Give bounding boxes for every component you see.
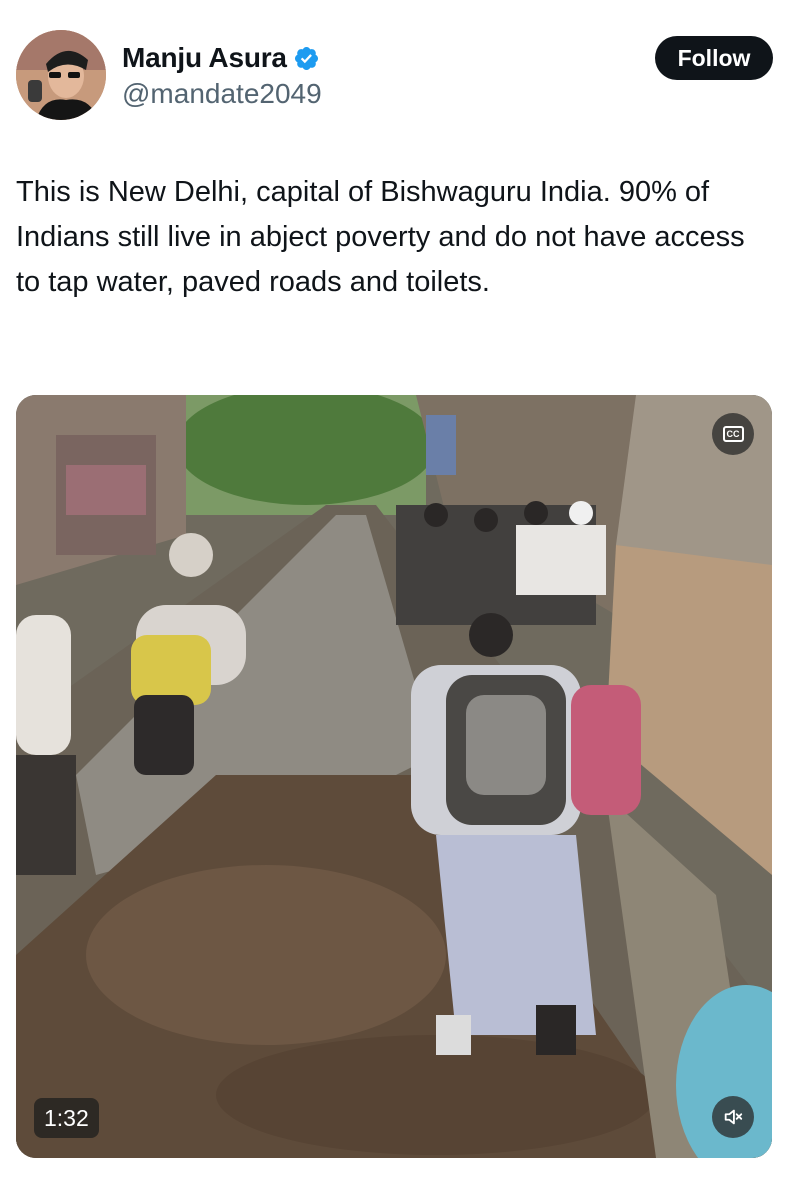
muted-speaker-icon — [724, 1109, 743, 1125]
video-duration: 1:32 — [34, 1098, 99, 1138]
tweet-text: This is New Delhi, capital of Bishwaguru… — [16, 176, 745, 298]
avatar[interactable] — [16, 30, 106, 120]
display-name[interactable]: Manju Asura — [122, 42, 287, 74]
verified-badge-icon — [294, 46, 318, 70]
closed-captions-icon: CC — [722, 426, 744, 442]
closed-captions-button[interactable]: CC — [712, 413, 754, 455]
follow-button[interactable]: Follow — [655, 36, 773, 80]
video-player[interactable]: CC 1:32 — [16, 395, 772, 1158]
tweet-header: Manju Asura @mandate2049 Follow — [16, 30, 773, 120]
video-thumbnail — [16, 395, 772, 1158]
avatar-image — [16, 30, 106, 120]
handle[interactable]: @mandate2049 — [122, 78, 322, 110]
mute-toggle-button[interactable] — [712, 1096, 754, 1138]
author-names: Manju Asura @mandate2049 — [122, 40, 322, 110]
